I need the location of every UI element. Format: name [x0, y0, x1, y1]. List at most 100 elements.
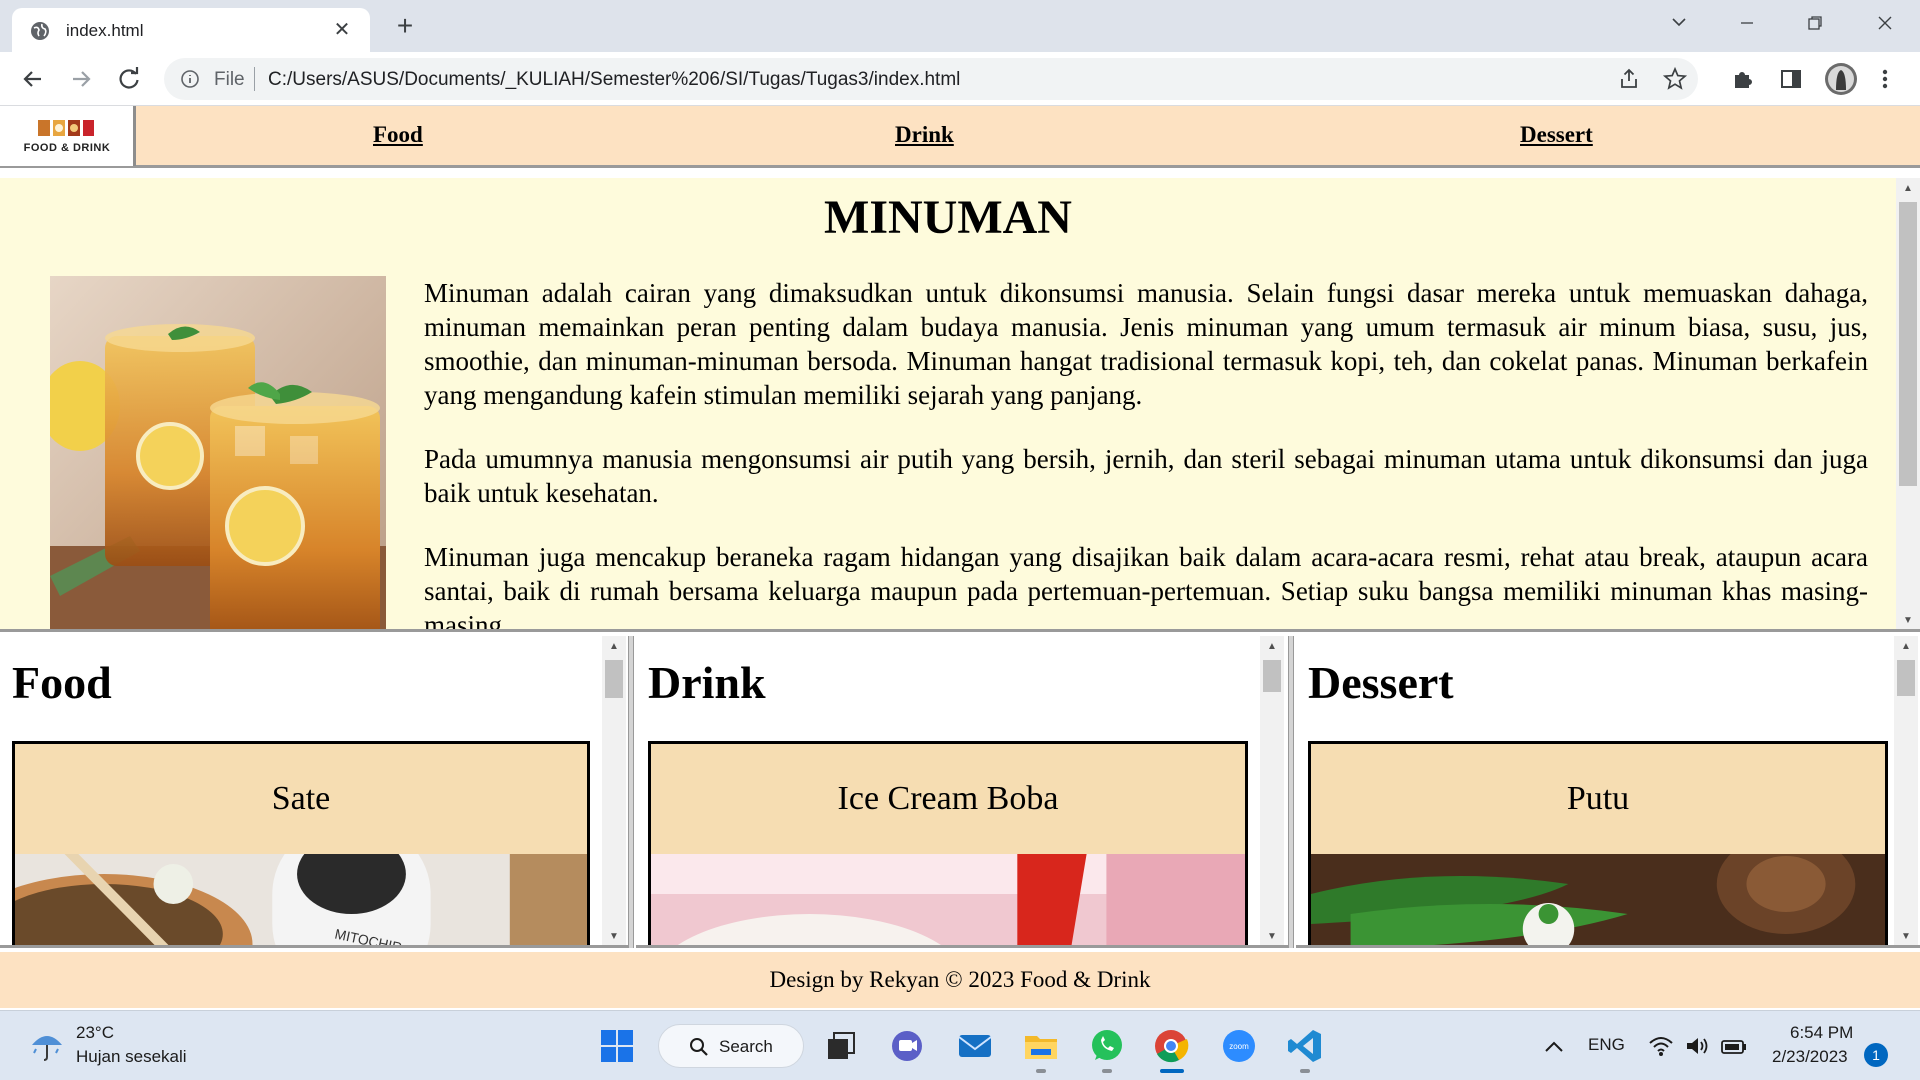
share-icon[interactable]	[1616, 66, 1642, 92]
food-card-title: Sate	[271, 780, 331, 817]
address-scheme-label: File	[214, 69, 245, 90]
vscode-icon[interactable]	[1286, 1027, 1324, 1065]
drink-card: Ice Cream Boba	[648, 741, 1248, 945]
frame-divider[interactable]	[1288, 636, 1294, 948]
mail-icon[interactable]	[956, 1027, 994, 1065]
dessert-scrollbar[interactable]: ▲ ▼	[1894, 636, 1918, 945]
dessert-frame: Dessert Putu ▲ ▼	[1296, 636, 1920, 948]
weather-temperature: 23°C	[76, 1023, 114, 1042]
main-scrollbar[interactable]: ▲ ▼	[1896, 178, 1920, 629]
search-icon	[690, 1038, 708, 1056]
site-logo[interactable]: FOOD & DRINK	[0, 106, 136, 166]
profile-avatar[interactable]	[1824, 62, 1858, 96]
chrome-icon[interactable]	[1152, 1027, 1190, 1065]
svg-text:zoom: zoom	[1229, 1042, 1249, 1051]
zoom-icon[interactable]: zoom	[1220, 1027, 1258, 1065]
wifi-icon[interactable]	[1648, 1033, 1674, 1059]
running-indicator	[1102, 1069, 1112, 1073]
food-card: Sate MITOCHIR	[12, 741, 590, 945]
address-separator	[254, 67, 255, 91]
language-indicator[interactable]: ENG	[1588, 1035, 1625, 1055]
scroll-down-arrow-icon[interactable]: ▼	[1260, 928, 1284, 945]
globe-icon	[31, 22, 49, 40]
extensions-puzzle-icon[interactable]	[1730, 66, 1756, 92]
scroll-down-arrow-icon[interactable]: ▼	[1896, 612, 1920, 629]
nav-link-drink[interactable]: Drink	[895, 122, 954, 148]
ice-cream-boba-image	[651, 854, 1245, 945]
scrollbar-thumb[interactable]	[605, 660, 623, 698]
running-indicator	[1300, 1069, 1310, 1073]
logo-text: FOOD & DRINK	[23, 142, 111, 154]
main-article: Minuman adalah cairan yang dimaksudkan u…	[424, 276, 1868, 632]
scroll-up-arrow-icon[interactable]: ▲	[1894, 638, 1918, 656]
whatsapp-icon[interactable]	[1088, 1027, 1126, 1065]
food-frame: Food Sate MITOCHIR ▲ ▼	[0, 636, 628, 948]
article-paragraph: Pada umumnya manusia mengonsumsi air put…	[424, 444, 1868, 508]
new-tab-button[interactable]: +	[390, 12, 420, 42]
dessert-card-title: Putu	[1566, 780, 1630, 817]
scrollbar-thumb[interactable]	[1263, 660, 1281, 692]
reload-icon[interactable]	[112, 62, 146, 96]
browser-tab-bar: index.html ✕ +	[0, 0, 1920, 52]
putu-image	[1311, 854, 1885, 945]
page-title: MINUMAN	[824, 191, 1072, 244]
food-scrollbar[interactable]: ▲ ▼	[602, 636, 626, 945]
food-heading: Food	[12, 657, 112, 708]
sate-image: MITOCHIR	[15, 854, 587, 945]
task-view-icon[interactable]	[822, 1027, 860, 1065]
notification-badge[interactable]: 1	[1864, 1043, 1888, 1067]
volume-icon[interactable]	[1684, 1033, 1710, 1059]
browser-toolbar: File C:/Users/ASUS/Documents/_KULIAH/Sem…	[0, 52, 1920, 106]
close-tab-icon[interactable]: ✕	[330, 18, 354, 42]
tab-search-chevron-icon[interactable]	[1664, 10, 1694, 40]
drink-heading: Drink	[648, 657, 766, 708]
dessert-card: Putu	[1308, 741, 1888, 945]
scroll-up-arrow-icon[interactable]: ▲	[1260, 638, 1284, 656]
nav-link-dessert[interactable]: Dessert	[1520, 122, 1593, 148]
running-indicator	[1036, 1069, 1046, 1073]
clock-date[interactable]: 2/23/2023	[1772, 1047, 1848, 1067]
taskbar-search[interactable]: Search	[658, 1024, 804, 1068]
site-info-icon[interactable]	[180, 69, 200, 89]
close-window-button[interactable]	[1870, 10, 1900, 40]
footer-text: Design by Rekyan © 2023 Food & Drink	[769, 967, 1151, 992]
scroll-down-arrow-icon[interactable]: ▼	[602, 928, 626, 945]
scrollbar-thumb[interactable]	[1899, 202, 1917, 486]
chevron-up-icon[interactable]	[1542, 1035, 1566, 1059]
taskbar: 23°C Hujan sesekali Search zoom ENG 6:54…	[0, 1010, 1920, 1080]
address-url[interactable]: C:/Users/ASUS/Documents/_KULIAH/Semester…	[268, 69, 960, 91]
drink-card-title: Ice Cream Boba	[837, 780, 1059, 817]
menu-kebab-icon[interactable]	[1872, 66, 1898, 92]
drink-scrollbar[interactable]: ▲ ▼	[1260, 636, 1284, 945]
scroll-up-arrow-icon[interactable]: ▲	[1896, 180, 1920, 198]
address-bar[interactable]: File C:/Users/ASUS/Documents/_KULIAH/Sem…	[164, 58, 1698, 100]
weather-description: Hujan sesekali	[76, 1047, 187, 1066]
teams-chat-icon[interactable]	[888, 1027, 926, 1065]
drink-frame: Drink Ice Cream Boba ▲ ▼	[636, 636, 1288, 948]
back-arrow-icon[interactable]	[16, 62, 50, 96]
browser-tab[interactable]: index.html ✕	[12, 8, 370, 52]
scroll-up-arrow-icon[interactable]: ▲	[602, 638, 626, 656]
scrollbar-thumb[interactable]	[1897, 660, 1915, 696]
rain-umbrella-icon[interactable]	[28, 1025, 66, 1063]
minimize-button[interactable]	[1732, 10, 1762, 40]
restore-button[interactable]	[1800, 10, 1830, 40]
tab-title: index.html	[66, 21, 144, 40]
site-nav-frame: FOOD & DRINK Food Drink Dessert	[0, 106, 1920, 168]
dessert-heading: Dessert	[1308, 657, 1454, 708]
bookmark-star-icon[interactable]	[1662, 66, 1688, 92]
nav-link-food[interactable]: Food	[373, 122, 423, 148]
footer-frame: Design by Rekyan © 2023 Food & Drink	[0, 952, 1920, 1008]
forward-arrow-icon[interactable]	[64, 62, 98, 96]
frame-divider[interactable]	[628, 636, 634, 948]
clock-time[interactable]: 6:54 PM	[1790, 1023, 1853, 1043]
scroll-down-arrow-icon[interactable]: ▼	[1894, 928, 1918, 945]
side-panel-icon[interactable]	[1778, 66, 1804, 92]
article-paragraph: Minuman juga mencakup beraneka ragam hid…	[424, 542, 1868, 632]
iced-tea-image	[50, 276, 386, 629]
logo-mark-icon	[38, 120, 94, 136]
article-paragraph: Minuman adalah cairan yang dimaksudkan u…	[424, 278, 1868, 410]
file-explorer-icon[interactable]	[1022, 1027, 1060, 1065]
battery-icon[interactable]	[1720, 1033, 1748, 1059]
windows-start-icon[interactable]	[598, 1027, 636, 1065]
